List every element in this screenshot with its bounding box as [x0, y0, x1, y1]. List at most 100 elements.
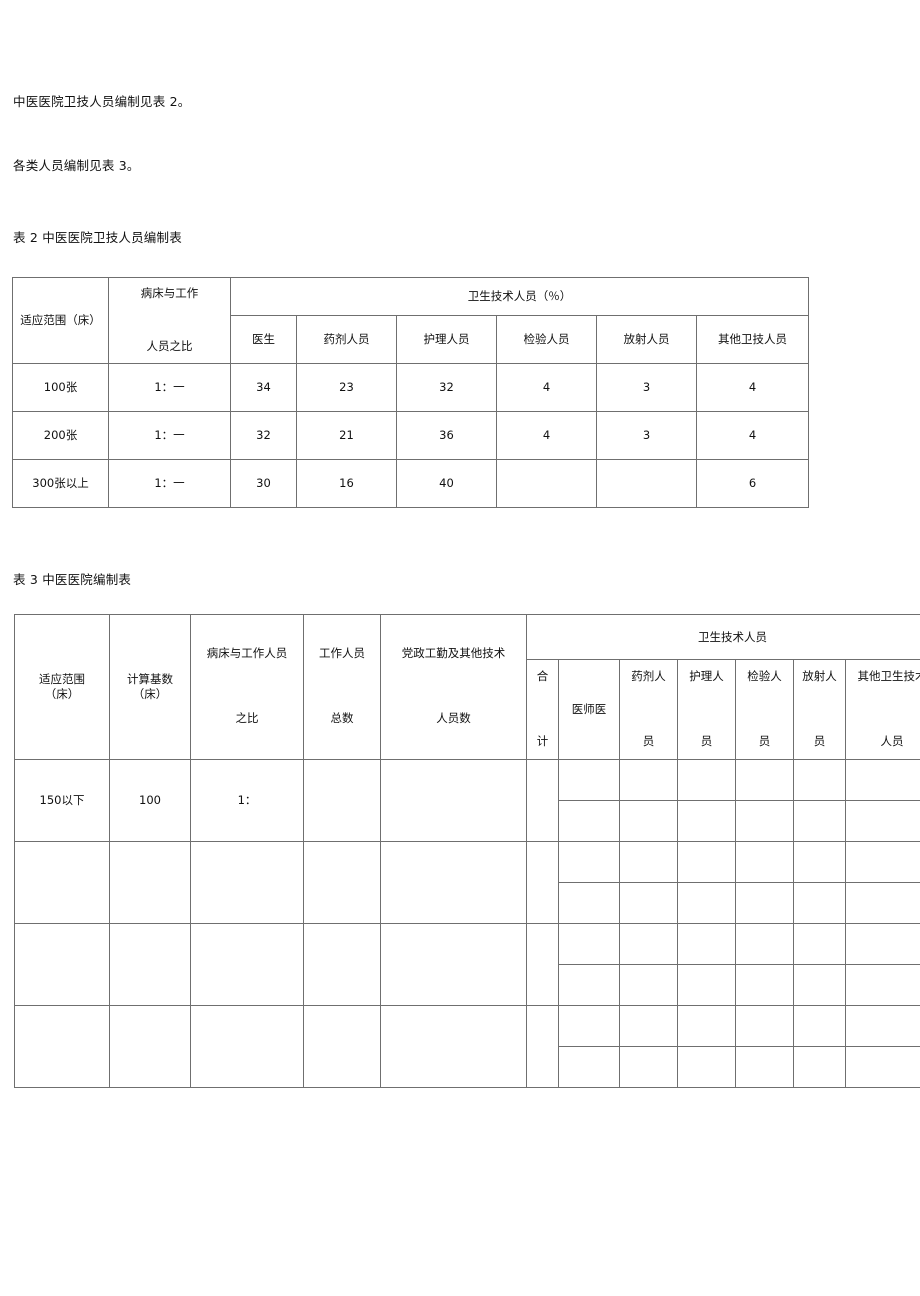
- paragraph-intro-table3: 各类人员编制见表 3。: [13, 158, 140, 173]
- table3-cell-pharmacists: [619, 882, 678, 924]
- table3-cell-scope: 150以下: [14, 759, 110, 842]
- table-row: [14, 923, 920, 1006]
- table-row: 300张以上 1：一 30 16 40 6: [12, 459, 810, 508]
- table3-header-staff-line1: 工作人员: [319, 646, 365, 660]
- table2-cell-doctors: 34: [230, 363, 297, 412]
- table3-header-base: 计算基数 （床）: [109, 614, 191, 760]
- table3-header-nurses: 护理人 员: [677, 659, 736, 760]
- table2-header-other: 其他卫技人员: [695, 315, 810, 364]
- table-row: [14, 841, 920, 924]
- table3-cell-admin: [380, 923, 527, 1006]
- table2-header-ratio-line1: 病床与工作: [140, 285, 199, 300]
- table3-cell-admin: [380, 759, 527, 842]
- table3-cell-ratio: 1：: [190, 759, 304, 842]
- table3-cell-pharmacists: [619, 759, 678, 801]
- table2-cell-radiology: 3: [596, 363, 697, 412]
- table2-cell-other: 6: [695, 459, 810, 508]
- table3-cell-admin: [380, 1005, 527, 1088]
- table3-cell-nurses: [677, 759, 736, 801]
- table3-cell-physicians: [558, 759, 620, 801]
- table3-header-ratio: 病床与工作人员 之比: [190, 614, 304, 760]
- table2-header-doctors: 医生: [230, 315, 297, 364]
- table-row: 200张 1：一 32 21 36 4 3 4: [12, 411, 810, 460]
- table-hospital-establishment: 适应范围 （床） 计算基数 （床） 病床与工作人员 之比 工作人员 总数 党政工…: [14, 614, 920, 1088]
- table3-header-admin-line1: 党政工勤及其他技术: [401, 646, 506, 660]
- table3-header-staff-line2: 总数: [330, 711, 354, 726]
- table3-header-base-line1: 计算基数: [127, 672, 173, 687]
- table3-cell-other: [844, 841, 920, 883]
- table2-cell-ratio: 1：一: [108, 411, 231, 460]
- table3-header-radiology: 放射人 员: [793, 659, 846, 760]
- table3-cell-nurses: [677, 1046, 736, 1088]
- table3-cell-physicians: [558, 923, 620, 965]
- table3-cell-other: [844, 800, 920, 842]
- table3-caption: 表 3 中医医院编制表: [13, 572, 132, 587]
- table3-header-admin: 党政工勤及其他技术 人员数: [380, 614, 527, 760]
- table3-header-scope-line2: （床）: [44, 687, 80, 701]
- table3-cell-base: [109, 841, 191, 924]
- table2-header-pharmacists: 药剂人员: [296, 315, 397, 364]
- table3-cell-other: [844, 1005, 920, 1047]
- table2-cell-lab: [496, 459, 597, 508]
- table3-cell-lab: [735, 964, 794, 1006]
- table3-cell-ratio: [190, 1005, 304, 1088]
- table2-cell-lab: 4: [496, 363, 597, 412]
- table2-cell-other: 4: [695, 411, 810, 460]
- table2-cell-radiology: 3: [596, 411, 697, 460]
- table3-cell-total: [526, 759, 559, 842]
- table3-cell-staff-total: [303, 923, 381, 1006]
- table2-header-lab: 检验人员: [496, 315, 597, 364]
- table3-header-lab-line2: 员: [758, 733, 771, 748]
- table3-cell-staff-total: [303, 759, 381, 842]
- table3-cell-total: [526, 841, 559, 924]
- table3-cell-staff-total: [303, 841, 381, 924]
- table3-cell-radiology: [793, 759, 846, 801]
- table3-cell-scope: [14, 841, 110, 924]
- table3-cell-lab: [735, 882, 794, 924]
- table3-cell-pharmacists: [619, 923, 678, 965]
- table3-cell-other: [844, 923, 920, 965]
- table2-cell-pharmacists: 16: [296, 459, 397, 508]
- table3-cell-radiology: [793, 800, 846, 842]
- table3-header-physicians-line1: 医师医: [571, 702, 607, 717]
- table3-header-total-line2: 计: [536, 733, 549, 748]
- table-row: 150以下 100 1：: [14, 759, 920, 842]
- table3-header-physicians: 医师医: [558, 659, 620, 760]
- document-page: 中医医院卫技人员编制见表 2。 各类人员编制见表 3。 表 2 中医医院卫技人员…: [0, 0, 920, 1296]
- table3-header-nurses-line2: 员: [700, 733, 713, 748]
- table3-cell-lab: [735, 923, 794, 965]
- table3-cell-total: [526, 1005, 559, 1088]
- table3-cell-radiology: [793, 964, 846, 1006]
- table3-header-ratio-line1: 病床与工作人员: [206, 646, 288, 660]
- table2-header-row-1: 适应范围（床） 病床与工作 人员之比 卫生技术人员（％）: [12, 277, 810, 364]
- table3-cell-radiology: [793, 841, 846, 883]
- table3-cell-nurses: [677, 964, 736, 1006]
- table3-cell-lab: [735, 759, 794, 801]
- table2-cell-pharmacists: 21: [296, 411, 397, 460]
- table3-cell-nurses: [677, 800, 736, 842]
- table2-header-radiology: 放射人员: [596, 315, 697, 364]
- table3-header-ratio-line2: 之比: [235, 711, 259, 726]
- table3-header-radiology-line2: 员: [813, 733, 826, 748]
- table2-cell-nurses: 32: [396, 363, 497, 412]
- table3-cell-physicians: [558, 1046, 620, 1088]
- table3-header-nurses-line1: 护理人: [689, 668, 724, 683]
- table3-header-base-line2: （床）: [132, 687, 168, 701]
- table3-cell-pharmacists: [619, 841, 678, 883]
- table3-cell-lab: [735, 841, 794, 883]
- table3-cell-scope: [14, 923, 110, 1006]
- table3-header-total-line1: 合: [536, 668, 549, 683]
- table3-cell-other: [844, 1046, 920, 1088]
- table2-cell-ratio: 1：一: [108, 363, 231, 412]
- table3-header-admin-line2: 人员数: [436, 711, 471, 726]
- table3-cell-other: [844, 759, 920, 801]
- table3-header-other-line2: 人员: [880, 733, 904, 748]
- table2-cell-nurses: 40: [396, 459, 497, 508]
- table3-cell-nurses: [677, 841, 736, 883]
- table3-cell-radiology: [793, 1046, 846, 1088]
- table3-header-pharmacists: 药剂人 员: [619, 659, 678, 760]
- table3-cell-lab: [735, 1046, 794, 1088]
- table3-cell-scope: [14, 1005, 110, 1088]
- table-row: [14, 1005, 920, 1088]
- table3-cell-physicians: [558, 841, 620, 883]
